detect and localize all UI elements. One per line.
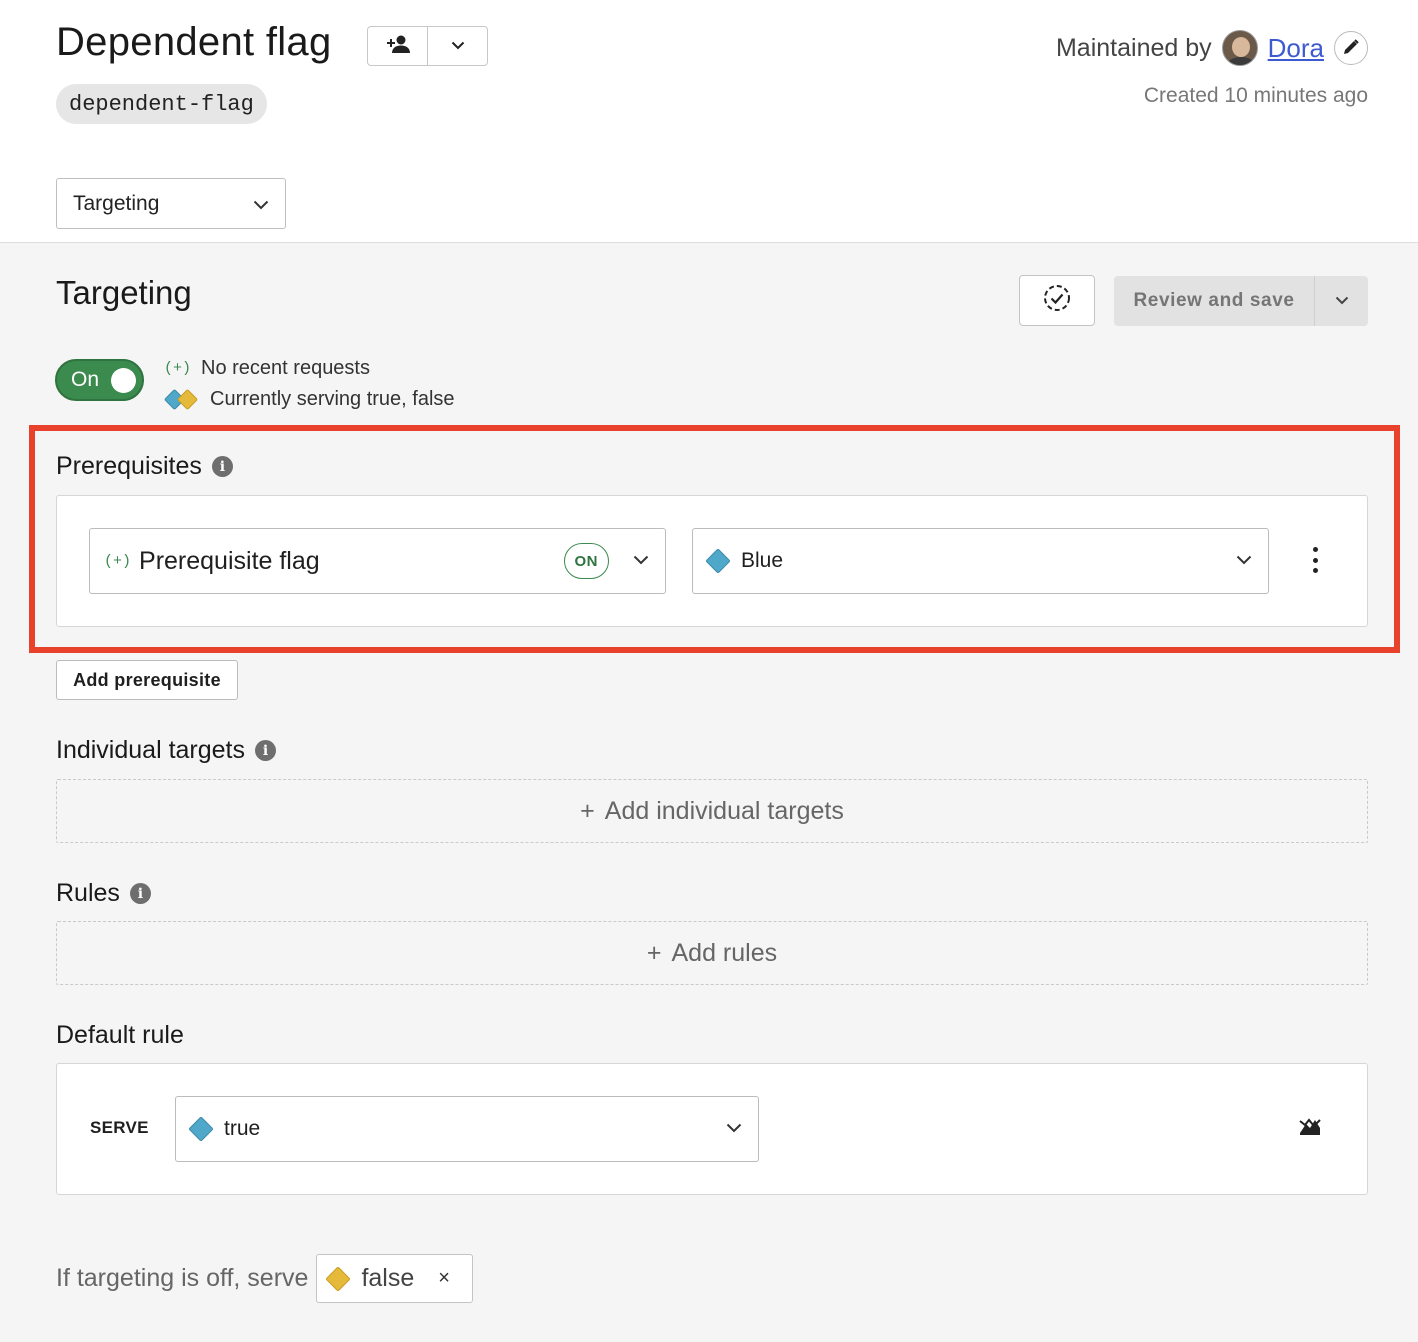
flag-key-badge: dependent-flag <box>56 84 267 124</box>
created-timestamp: Created 10 minutes ago <box>1143 84 1368 107</box>
add-rules-button[interactable]: + Add rules <box>56 921 1368 985</box>
clear-icon[interactable]: × <box>438 1267 450 1290</box>
no-recent-requests-text: No recent requests <box>201 357 370 379</box>
follow-options-dropdown[interactable] <box>427 27 487 65</box>
section-title: Targeting <box>56 274 192 311</box>
variation-diamond-icon <box>188 1116 214 1142</box>
check-changes-button[interactable] <box>1019 275 1095 326</box>
targeting-toggle[interactable]: On <box>55 359 144 401</box>
prerequisite-flag-select[interactable]: (+) Prerequisite flag ON <box>89 528 666 594</box>
flag-header: Dependent flag dependent-flag Maintained… <box>0 0 1418 243</box>
prerequisite-variation-select[interactable]: Blue <box>692 528 1269 594</box>
add-rules-label: Add rules <box>671 938 778 967</box>
chevron-down-icon <box>253 192 269 216</box>
toggle-label: On <box>71 368 100 391</box>
individual-targets-heading: Individual targets i <box>56 736 277 765</box>
rules-heading: Rules i <box>56 879 151 908</box>
prerequisite-more-menu[interactable] <box>1305 545 1325 575</box>
review-and-save-button[interactable]: Review and save <box>1114 276 1314 326</box>
review-save-group: Review and save <box>1114 276 1368 326</box>
flag-title: Dependent flag <box>56 20 332 64</box>
variation-diamonds-icon <box>163 388 200 411</box>
plus-mark: (+) <box>164 360 192 377</box>
info-icon[interactable]: i <box>129 883 151 904</box>
prerequisites-title: Prerequisites <box>56 452 202 480</box>
chevron-down-icon <box>451 37 465 55</box>
add-individual-targets-button[interactable]: + Add individual targets <box>56 779 1368 843</box>
chevron-down-icon <box>633 552 649 570</box>
request-status: (+) No recent requests <box>164 357 370 380</box>
plus-icon: + <box>580 796 595 825</box>
plus-icon: + <box>646 938 662 967</box>
add-prerequisite-button[interactable]: Add prerequisite <box>56 660 238 700</box>
default-rule-title: Default rule <box>56 1021 184 1049</box>
prerequisite-flag-name: Prerequisite flag <box>139 546 320 575</box>
info-icon[interactable]: i <box>255 740 277 761</box>
view-select[interactable]: Targeting <box>56 178 286 229</box>
add-individual-targets-label: Add individual targets <box>604 796 844 825</box>
maintained-by-label: Maintained by <box>1055 33 1212 62</box>
serve-label: SERVE <box>90 1118 149 1137</box>
follow-flag-button[interactable] <box>368 27 427 65</box>
rules-title: Rules <box>56 879 120 907</box>
default-serve-select[interactable]: true <box>175 1096 759 1162</box>
flag-status-badge: ON <box>563 543 609 579</box>
save-options-dropdown[interactable] <box>1314 276 1368 326</box>
variation-diamond-icon <box>705 548 731 574</box>
off-variation-value: false <box>361 1264 415 1292</box>
individual-targets-title: Individual targets <box>56 736 246 764</box>
follow-button-group <box>367 26 488 66</box>
maintainer-info: Maintained by Dora <box>1056 30 1368 66</box>
toggle-knob <box>111 368 136 393</box>
serving-text: Currently serving true, false <box>210 388 455 410</box>
serving-status: Currently serving true, false <box>163 388 455 411</box>
dashed-check-circle-icon <box>1042 283 1072 318</box>
chevron-down-icon <box>1335 292 1349 310</box>
avatar <box>1221 30 1258 66</box>
view-select-value: Targeting <box>73 191 160 215</box>
off-variation-row: If targeting is off, serve false × <box>56 1254 473 1303</box>
plus-mark: (+) <box>104 552 132 570</box>
edit-maintainer-button[interactable] <box>1334 31 1368 65</box>
off-variation-select[interactable]: false × <box>316 1254 473 1303</box>
rollout-chart-icon[interactable] <box>1298 1114 1322 1136</box>
pencil-icon <box>1342 34 1360 63</box>
prerequisites-heading: Prerequisites i <box>56 452 233 481</box>
variation-diamond-icon <box>325 1265 352 1292</box>
maintainer-link[interactable]: Dora <box>1268 33 1324 64</box>
chevron-down-icon <box>1236 552 1252 570</box>
variation-value: Blue <box>741 549 784 572</box>
off-variation-label: If targeting is off, serve <box>56 1264 309 1292</box>
default-serve-value: true <box>224 1117 261 1140</box>
person-add-icon <box>386 34 410 59</box>
info-icon[interactable]: i <box>211 456 233 477</box>
default-rule-heading: Default rule <box>56 1021 184 1050</box>
chevron-down-icon <box>726 1120 742 1138</box>
